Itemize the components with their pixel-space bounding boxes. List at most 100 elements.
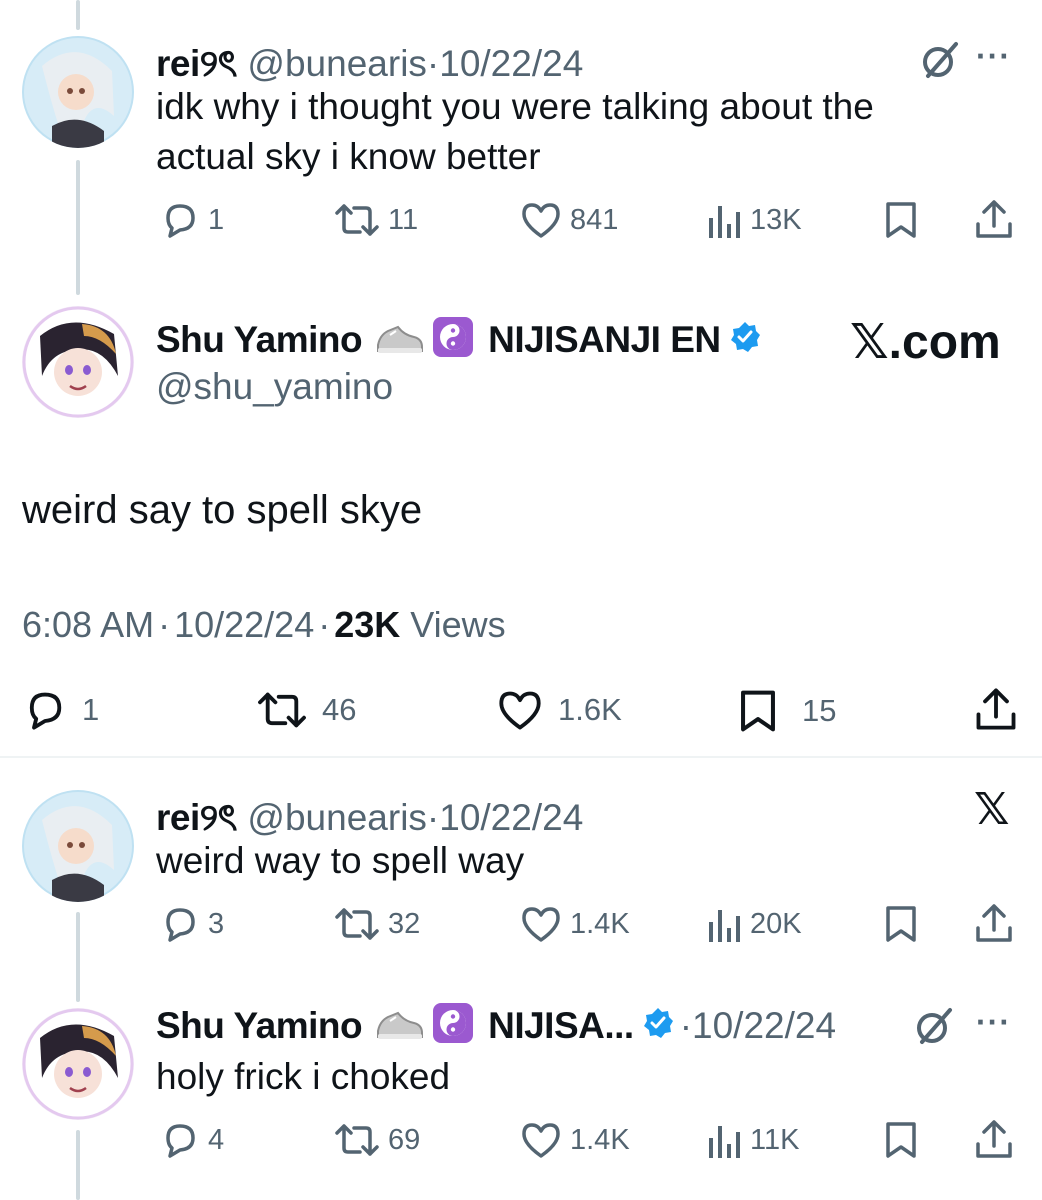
bookmark-icon: [741, 690, 775, 732]
bookmark-button[interactable]: [884, 200, 918, 245]
yin-yang-icon: [432, 1002, 474, 1049]
views-icon: [709, 206, 740, 238]
separator: ·: [679, 1004, 693, 1046]
bookmark-button[interactable]: [884, 1120, 918, 1165]
post-text-line: idk why i thought you were talking about…: [156, 86, 874, 127]
avatar[interactable]: [22, 306, 134, 418]
post-date[interactable]: 10/22/24: [692, 1005, 836, 1047]
like-count: 841: [570, 203, 619, 236]
share-icon: [976, 688, 1016, 730]
x-logo-icon: 𝕏: [974, 785, 1010, 834]
handle[interactable]: @bunearis: [247, 43, 427, 84]
sneaker-icon: [374, 1003, 424, 1048]
separator: ·: [426, 43, 440, 84]
like-icon: [522, 203, 560, 238]
reply-icon: [29, 692, 62, 730]
display-name[interactable]: rei୨ৎ: [156, 43, 237, 84]
like-button[interactable]: 841: [520, 200, 618, 240]
reply-count: 1: [82, 692, 100, 727]
post-text: weird way to spell way: [156, 840, 525, 881]
repost-icon: [258, 692, 306, 728]
share-button[interactable]: [974, 1118, 1014, 1165]
grok-icon[interactable]: [912, 1004, 956, 1053]
thread-line: [76, 0, 80, 30]
repost-button[interactable]: 11: [334, 200, 418, 240]
post-time[interactable]: 6:08 AM: [22, 604, 154, 645]
display-name[interactable]: Shu Yamino: [156, 1005, 363, 1047]
reply-count: 1: [208, 203, 225, 236]
post-timestamp-row: 6:08 AM · 10/22/24 · 23K Views: [22, 604, 506, 646]
like-icon: [499, 691, 541, 730]
repost-count: 32: [388, 907, 421, 940]
verified-icon: [642, 1007, 674, 1044]
display-name[interactable]: rei୨ৎ: [156, 797, 237, 838]
yin-yang-icon: [432, 316, 474, 363]
more-icon[interactable]: ···: [976, 1004, 1011, 1041]
org-label: NIJISA...: [488, 1004, 634, 1046]
share-button[interactable]: [974, 198, 1014, 245]
handle[interactable]: @bunearis: [247, 797, 427, 838]
grok-icon[interactable]: [918, 38, 962, 87]
reply-count: 4: [208, 1123, 225, 1156]
repost-button[interactable]: 32: [334, 904, 420, 944]
post-date[interactable]: 10/22/24: [174, 604, 314, 645]
views-count: 11K: [750, 1123, 800, 1156]
post-text: holy frick i choked: [156, 1056, 451, 1097]
avatar[interactable]: [22, 1008, 134, 1120]
like-button[interactable]: 1.4K: [520, 1120, 630, 1160]
views-count: 13K: [750, 203, 802, 236]
thread-line: [76, 912, 80, 1002]
repost-icon: [335, 204, 379, 236]
share-button[interactable]: [974, 902, 1014, 949]
share-button[interactable]: [974, 686, 1018, 737]
views-label: Views: [410, 604, 506, 645]
post-date[interactable]: 10/22/24: [439, 797, 583, 838]
bookmark-icon: [886, 1122, 916, 1158]
post-header: Shu Yamino NIJISA... · 10/22/24: [156, 1002, 836, 1049]
bookmark-icon: [886, 906, 916, 942]
share-icon: [976, 904, 1012, 942]
avatar[interactable]: [22, 36, 134, 148]
org-label: NIJISANJI EN: [488, 318, 721, 360]
handle[interactable]: @shu_yamino: [156, 366, 393, 408]
views-button[interactable]: 11K: [706, 1120, 799, 1160]
watermark: 𝕏.com: [850, 316, 1001, 369]
views-icon: [709, 1126, 740, 1158]
bookmark-button[interactable]: 15: [738, 688, 836, 734]
share-icon: [976, 1120, 1012, 1158]
separator: ·: [318, 604, 331, 645]
views-button[interactable]: 13K: [706, 200, 802, 240]
author-name-row: Shu Yamino NIJISANJI EN: [156, 316, 761, 363]
post-text-line: actual sky i know better: [156, 136, 541, 177]
like-button[interactable]: 1.4K: [520, 904, 630, 944]
like-button[interactable]: 1.6K: [496, 688, 622, 732]
repost-count: 46: [322, 692, 357, 727]
bookmark-button[interactable]: [884, 904, 918, 949]
reply-icon: [166, 204, 195, 238]
repost-button[interactable]: 69: [334, 1120, 420, 1160]
views-button[interactable]: 20K: [706, 904, 802, 944]
post-date[interactable]: 10/22/24: [439, 43, 583, 84]
repost-icon: [335, 908, 379, 940]
divider: [0, 756, 1042, 758]
reply-button[interactable]: 3: [160, 904, 224, 944]
separator: ·: [426, 797, 440, 838]
avatar[interactable]: [22, 790, 134, 902]
main-post-text: weird say to spell skye: [22, 488, 423, 532]
bookmark-icon: [886, 202, 916, 238]
display-name[interactable]: Shu Yamino: [156, 319, 363, 361]
repost-icon: [335, 1124, 379, 1156]
thread-line: [76, 160, 80, 295]
reply-button[interactable]: 4: [160, 1120, 224, 1160]
reply-icon: [166, 908, 195, 942]
reply-button[interactable]: 1: [22, 688, 99, 732]
like-count: 1.4K: [570, 907, 630, 940]
repost-button[interactable]: 46: [256, 688, 356, 732]
share-icon: [976, 200, 1012, 238]
more-icon[interactable]: ···: [976, 38, 1011, 75]
reply-icon: [166, 1124, 195, 1158]
thread-line: [76, 1130, 80, 1200]
reply-button[interactable]: 1: [160, 200, 224, 240]
repost-count: 69: [388, 1123, 421, 1156]
views-icon: [709, 910, 740, 942]
